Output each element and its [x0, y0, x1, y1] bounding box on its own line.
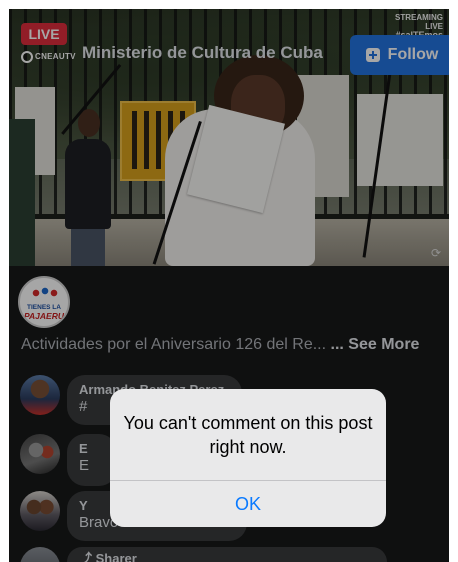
ok-button[interactable]: OK: [110, 481, 386, 527]
alert-dialog: You can't comment on this post right now…: [110, 389, 386, 527]
alert-message: You can't comment on this post right now…: [123, 413, 373, 457]
facebook-live-screen: LIVE CNEAUTV STREAMING LIVE #salTEmos ⟳ …: [9, 9, 449, 562]
